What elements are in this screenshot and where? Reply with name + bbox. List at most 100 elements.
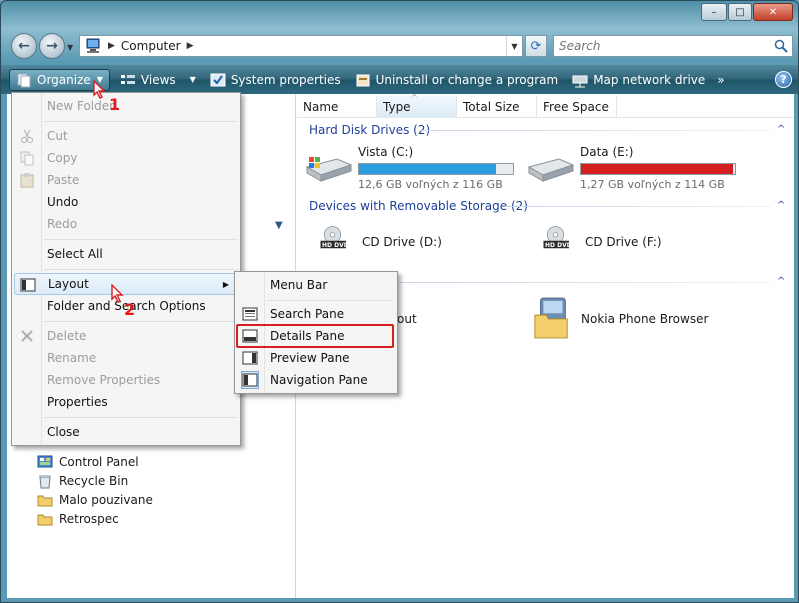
menu-separator [44,121,238,122]
group-divider [399,282,771,283]
menu-label: Close [47,425,80,439]
uninstall-program-button[interactable]: Uninstall or change a program [349,69,565,91]
recycle-bin-icon [39,474,51,488]
drive-name: Vista (C:) [358,145,414,159]
forward-button[interactable]: → [39,33,65,59]
group-divider [419,130,771,131]
breadcrumb-computer[interactable]: Computer [121,39,181,53]
menu-item-rename[interactable]: Rename [14,347,238,369]
drive-usage-fill [359,164,497,174]
menu-item-menu-bar[interactable]: Menu Bar [237,274,395,296]
command-bar: Organize ▼ Views ▼ System properties Uni… [1,65,798,94]
menu-item-properties[interactable]: Properties [14,391,238,413]
address-bar[interactable]: ▶ Computer ▶ ▼ [79,35,523,57]
menu-item-new-folder[interactable]: New Folder [14,95,238,117]
search-pane-icon [242,307,258,321]
address-dropdown-button[interactable]: ▼ [506,36,522,56]
help-button[interactable]: ? [775,71,792,88]
menu-label: Rename [47,351,97,365]
menu-item-paste[interactable]: Paste [14,169,238,191]
column-name[interactable]: Name [297,96,377,118]
menu-label: Select All [47,247,103,261]
column-total-size[interactable]: Total Size [457,96,537,118]
folders-chevron-icon[interactable]: ▼ [275,220,283,231]
drive-name: CD Drive (D:) [362,235,442,249]
search-icon[interactable] [774,39,788,53]
menu-item-close[interactable]: Close [14,421,238,443]
collapse-chevron-icon[interactable]: ^ [777,200,785,211]
menu-item-redo[interactable]: Redo [14,213,238,235]
column-free-space[interactable]: Free Space [537,96,617,118]
collapse-chevron-icon[interactable]: ^ [777,124,785,135]
menu-item-cut[interactable]: Cut [14,125,238,147]
drive-e[interactable]: Data (E:) 1,27 GB voľných z 114 GB [527,145,736,191]
cursor-arrow-icon [111,284,124,303]
menu-item-navigation-pane[interactable]: Navigation Pane [237,369,395,391]
nav-item-retrospec[interactable]: Retrospec [37,509,153,528]
system-properties-button[interactable]: System properties [204,69,347,91]
menu-label: New Folder [47,99,115,113]
maximize-button[interactable]: □ [728,3,752,21]
organize-menu: New Folder Cut Copy Paste Undo Redo Sele… [11,92,241,446]
menu-item-copy[interactable]: Copy [14,147,238,169]
more-icon: » [717,72,725,87]
submenu-arrow-icon: ▶ [222,280,229,289]
recent-pages-dropdown[interactable]: ▼ [67,43,73,52]
menu-item-undo[interactable]: Undo [14,191,238,213]
menu-item-preview-pane[interactable]: Preview Pane [237,347,395,369]
group-header-hdd[interactable]: Hard Disk Drives (2) [309,123,430,137]
hd-dvd-badge: HD DVD [322,242,349,249]
breadcrumb-arrow-icon[interactable]: ▶ [108,41,115,51]
menu-separator [267,300,393,301]
group-divider [505,206,771,207]
menu-separator [44,321,238,322]
back-arrow-icon: ← [18,38,30,54]
refresh-button[interactable]: ⟳ [525,35,547,57]
menu-label: Undo [47,195,79,209]
drive-c[interactable]: Vista (C:) 12,6 GB voľných z 116 GB [305,145,514,191]
search-input[interactable] [554,36,754,56]
minimize-button[interactable]: – [701,3,727,21]
menu-label: Layout [48,277,89,291]
drive-d[interactable]: HD DVD CD Drive (D:) [319,221,442,259]
views-button[interactable]: Views ▼ [114,69,202,91]
menu-label: Redo [47,217,78,231]
menu-label: Copy [47,151,78,165]
views-label: Views [140,72,176,87]
folder-icon [37,514,53,525]
sort-ascending-icon: ^ [411,93,418,102]
nav-item-label: Recycle Bin [59,473,129,488]
menu-label: Paste [47,173,80,187]
organize-icon [17,73,31,87]
menu-label: Remove Properties [47,373,161,387]
nokia-phone-browser[interactable]: Nokia Phone Browser [533,295,708,341]
more-commands-button[interactable]: » [711,69,730,91]
menu-item-search-pane[interactable]: Search Pane [237,303,395,325]
back-button[interactable]: ← [11,33,37,59]
uninstall-label: Uninstall or change a program [375,72,559,87]
menu-item-delete[interactable]: Delete [14,325,238,347]
menu-label: Preview Pane [270,351,350,365]
group-header-removable[interactable]: Devices with Removable Storage (2) [309,199,528,213]
nav-item-control-panel[interactable]: Control Panel [37,452,153,471]
menu-item-remove-properties[interactable]: Remove Properties [14,369,238,391]
hd-dvd-badge: HD DVD [545,242,572,249]
collapse-chevron-icon[interactable]: ^ [777,276,785,287]
close-window-button[interactable]: ✕ [753,3,793,21]
menu-item-layout[interactable]: Layout ▶ [14,273,238,295]
nav-item-malo-pouzivane[interactable]: Malo pouzivane [37,490,153,509]
menu-item-select-all[interactable]: Select All [14,243,238,265]
delete-icon [21,330,33,342]
column-type[interactable]: ^ Type [377,93,457,118]
map-network-drive-button[interactable]: Map network drive [566,69,711,91]
search-box[interactable] [553,35,793,57]
nav-item-recycle-bin[interactable]: Recycle Bin [37,471,153,490]
partial-item-label[interactable]: out [397,312,417,326]
drive-usage-bar [358,163,514,175]
system-properties-icon [210,73,226,86]
layout-icon [20,278,36,292]
drive-f[interactable]: HD DVD CD Drive (F:) [542,221,662,259]
menu-label: Properties [47,395,108,409]
breadcrumb-arrow-icon[interactable]: ▶ [187,41,194,51]
help-icon: ? [780,73,787,86]
